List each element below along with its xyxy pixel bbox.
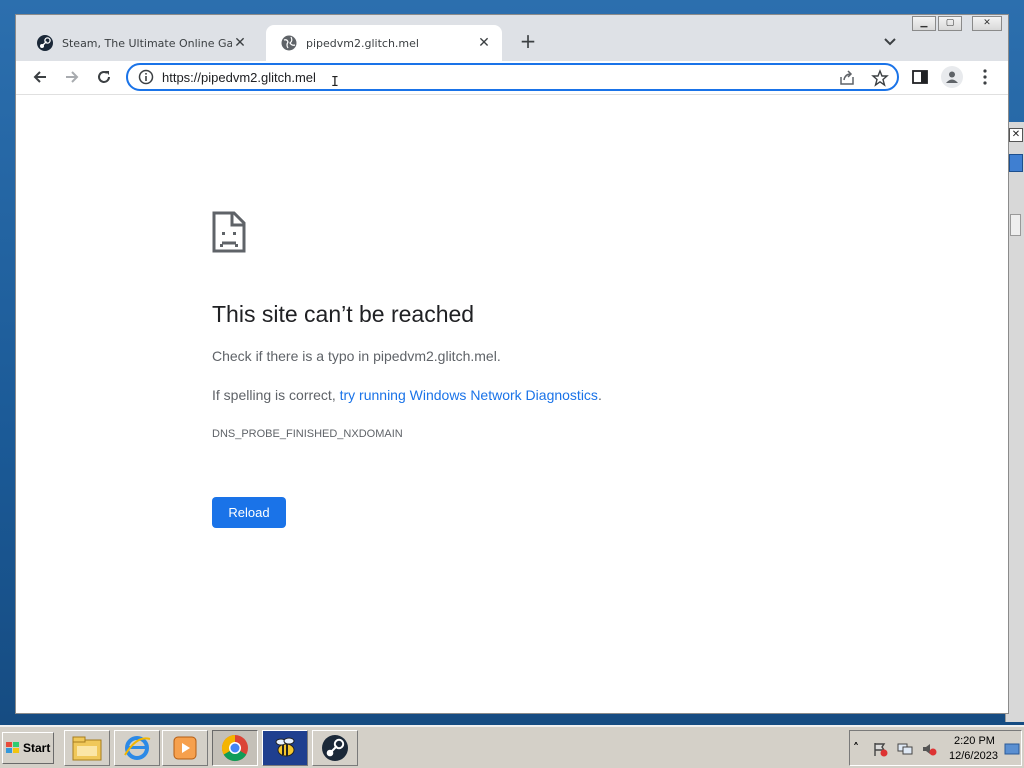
browser-window: Steam, The Ultimate Online Game P ✕ pipe… [15, 14, 1009, 714]
tab-strip: Steam, The Ultimate Online Game P ✕ pipe… [16, 15, 1008, 61]
more-options-icon[interactable] [979, 68, 991, 86]
background-window-button[interactable] [1009, 154, 1023, 172]
share-icon[interactable] [838, 69, 856, 87]
action-center-flag-icon[interactable] [872, 741, 888, 757]
diagnostics-hint: If spelling is correct, try running Wind… [212, 387, 602, 403]
start-label: Start [23, 741, 51, 755]
maximize-button[interactable]: ▢ [938, 16, 962, 31]
typo-hint-prefix: Check if there is a typo in [212, 348, 374, 364]
chevron-down-icon[interactable] [880, 31, 900, 51]
volume-muted-icon[interactable] [921, 741, 937, 757]
reload-page-button[interactable] [91, 64, 117, 90]
taskbar-internet-explorer[interactable] [114, 730, 160, 766]
url-text[interactable]: https://pipedvm2.glitch.mel [162, 70, 316, 85]
error-title: This site can’t be reached [212, 301, 475, 327]
tab-close-icon[interactable]: ✕ [476, 35, 492, 51]
close-window-button[interactable]: ✕ [972, 16, 1002, 31]
arrow-right-icon [66, 71, 79, 83]
person-icon [946, 71, 958, 83]
typo-hint-domain: pipedvm2.glitch.mel [373, 348, 497, 364]
media-player-icon [173, 736, 197, 760]
background-close-icon[interactable]: ✕ [1009, 128, 1023, 142]
clock-time[interactable]: 2:20 PM [954, 735, 995, 747]
internet-explorer-icon [124, 736, 151, 760]
tab-close-icon[interactable]: ✕ [232, 35, 248, 51]
arrow-left-icon [33, 71, 46, 83]
taskbar: Start ˄ 2:20 PM 12/6/2023 [0, 725, 1024, 768]
reload-icon [98, 71, 110, 83]
info-icon[interactable] [138, 69, 154, 85]
sad-document-icon [212, 211, 246, 253]
start-button[interactable]: Start [2, 732, 54, 764]
show-desktop-icon[interactable] [1004, 741, 1020, 757]
tab-steam[interactable]: Steam, The Ultimate Online Game P ✕ [22, 25, 258, 61]
network-diagnostics-link[interactable]: try running Windows Network Diagnostics [340, 387, 598, 403]
chrome-icon [221, 734, 248, 762]
taskbar-file-explorer[interactable] [64, 730, 110, 766]
taskbar-chrome[interactable] [212, 730, 258, 766]
star-icon[interactable] [871, 69, 889, 87]
taskbar-steam[interactable] [312, 730, 358, 766]
windows-logo-icon [6, 742, 19, 753]
back-button[interactable] [27, 64, 53, 90]
text-cursor-icon: I [331, 75, 339, 90]
address-bar[interactable]: https://pipedvm2.glitch.mel [126, 63, 899, 91]
steam-icon [322, 735, 348, 761]
taskbar-media-player[interactable] [162, 730, 208, 766]
diagnostics-hint-suffix: . [597, 387, 602, 403]
typo-hint: Check if there is a typo in pipedvm2.gli… [212, 348, 501, 364]
tab-pipedvm2[interactable]: pipedvm2.glitch.mel ✕ [266, 25, 502, 61]
profile-button[interactable] [941, 66, 963, 88]
tab-title: pipedvm2.glitch.mel [306, 36, 419, 50]
steam-icon [37, 35, 53, 51]
globe-icon [281, 35, 297, 51]
forward-button[interactable] [59, 64, 85, 90]
system-tray: ˄ 2:20 PM 12/6/2023 [849, 730, 1022, 766]
chevron-up-icon[interactable]: ˄ [853, 741, 869, 757]
page-content: This site can’t be reached Check if ther… [16, 94, 1008, 713]
side-panel-icon[interactable] [911, 68, 929, 86]
diagnostics-hint-prefix: If spelling is correct, [212, 387, 340, 403]
minimize-button[interactable]: ▁ [912, 16, 936, 31]
bee-app-icon [275, 737, 295, 757]
taskbar-bee-app[interactable] [262, 730, 308, 766]
tab-title: Steam, The Ultimate Online Game P [62, 36, 232, 50]
error-code: DNS_PROBE_FINISHED_NXDOMAIN [212, 428, 403, 440]
file-explorer-icon [72, 736, 102, 761]
network-icon[interactable] [897, 741, 913, 757]
clock-date[interactable]: 12/6/2023 [949, 750, 998, 762]
reload-button[interactable]: Reload [212, 497, 286, 528]
new-tab-button[interactable]: + [516, 30, 540, 54]
browser-toolbar: https://pipedvm2.glitch.mel [16, 61, 1008, 94]
typo-hint-suffix: . [496, 348, 501, 364]
background-scrollbar-thumb[interactable] [1010, 214, 1021, 236]
